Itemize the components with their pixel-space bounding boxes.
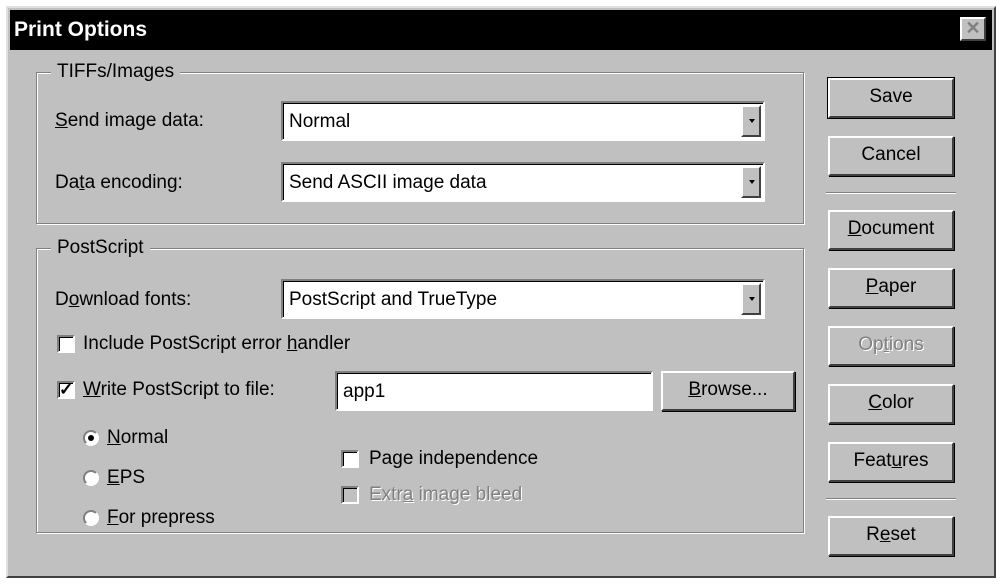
page-independence-label[interactable]: Page independence [369, 446, 538, 472]
send-image-data-label: Send image data: [55, 110, 204, 131]
write-to-file-label[interactable]: Write PostScript to file: [83, 377, 275, 403]
radio-normal[interactable] [83, 430, 99, 446]
download-fonts-select[interactable]: PostScript and TrueType [281, 279, 765, 319]
data-encoding-label: Data encoding: [55, 172, 183, 193]
options-button: Options [828, 326, 954, 366]
radio-eps[interactable] [83, 470, 99, 486]
button-separator [826, 192, 956, 194]
color-button[interactable]: Color [828, 384, 954, 424]
extra-image-bleed-label: Extra image bleed [369, 484, 523, 505]
close-icon[interactable]: ✕ [960, 17, 986, 41]
checkmark-icon: ✓ [59, 380, 74, 399]
chevron-down-icon[interactable] [741, 283, 761, 315]
button-separator [826, 498, 956, 500]
document-button[interactable]: Document [828, 210, 954, 250]
tiffs-images-legend: TIFFs/Images [51, 59, 181, 85]
save-button[interactable]: Save [827, 77, 955, 119]
send-image-data-value: Normal [289, 111, 351, 132]
chevron-down-icon[interactable] [741, 166, 761, 198]
paper-button[interactable]: Paper [828, 268, 954, 308]
include-error-handler-checkbox[interactable] [57, 335, 75, 353]
print-options-dialog: Print Options ✕ TIFFs/Images Send image … [6, 6, 996, 578]
data-encoding-select[interactable]: Send ASCII image data [281, 162, 765, 202]
chevron-down-icon[interactable] [741, 105, 761, 137]
write-to-file-checkbox[interactable]: ✓ [57, 381, 75, 399]
cancel-button[interactable]: Cancel [828, 136, 954, 176]
browse-button[interactable]: Browse... [661, 371, 795, 411]
data-encoding-value: Send ASCII image data [289, 172, 487, 193]
postscript-legend: PostScript [51, 235, 150, 261]
download-fonts-value: PostScript and TrueType [289, 289, 498, 310]
extra-image-bleed-checkbox [341, 486, 359, 504]
radio-for-prepress-label[interactable]: For prepress [107, 505, 215, 531]
features-button[interactable]: Features [828, 442, 954, 482]
radio-for-prepress[interactable] [83, 510, 99, 526]
include-error-handler-label[interactable]: Include PostScript error handler [83, 331, 350, 357]
radio-eps-label[interactable]: EPS [107, 465, 145, 491]
download-fonts-label: Download fonts: [55, 289, 192, 310]
radio-normal-label[interactable]: Normal [107, 425, 168, 451]
postscript-group: PostScript Download fonts: PostScript an… [36, 235, 804, 533]
reset-button[interactable]: Reset [828, 516, 954, 556]
title-bar: Print Options ✕ [10, 10, 992, 50]
output-file-value: app1 [343, 381, 386, 402]
page-independence-checkbox[interactable] [341, 450, 359, 468]
dialog-title: Print Options [14, 18, 147, 41]
tiffs-images-group: TIFFs/Images Send image data: Normal Dat… [36, 59, 804, 224]
send-image-data-select[interactable]: Normal [281, 101, 765, 141]
output-file-input[interactable]: app1 [335, 371, 653, 411]
